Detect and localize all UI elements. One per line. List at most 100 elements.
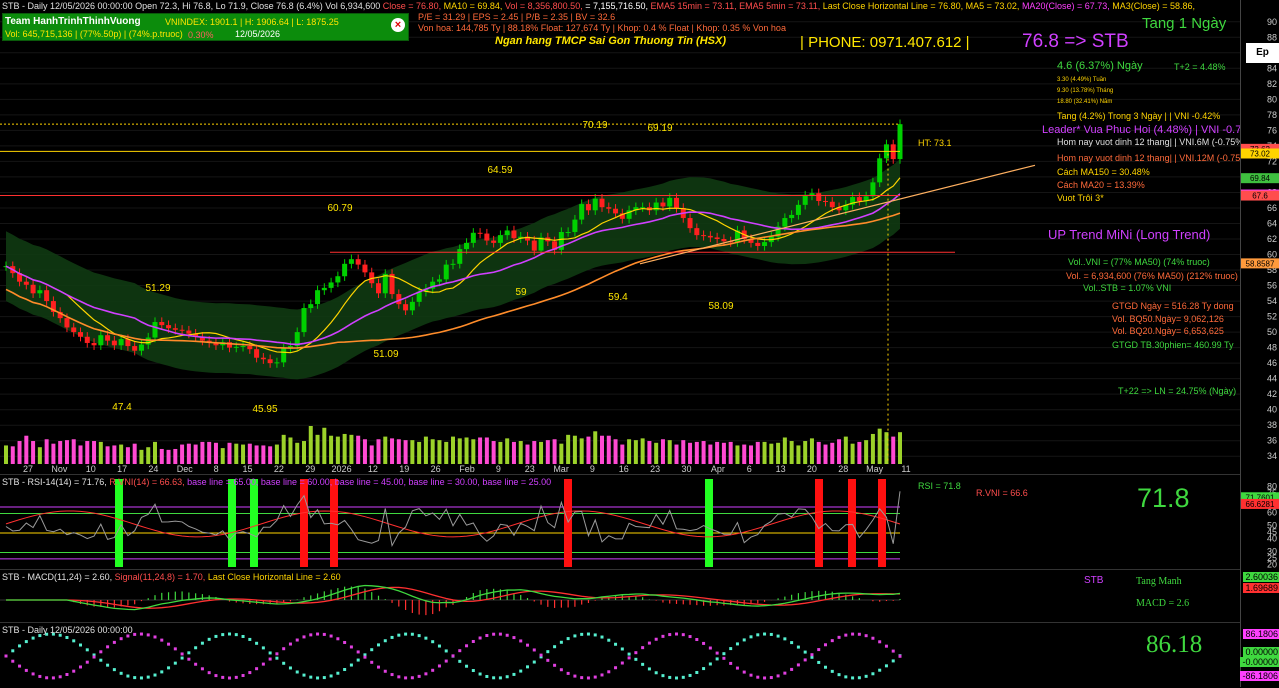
osc-point (566, 637, 570, 641)
volume-bar (98, 441, 103, 464)
osc-point (742, 638, 746, 642)
candle-body (308, 304, 314, 309)
volume-bar (139, 449, 144, 464)
y-tick-label: 42 (1267, 389, 1277, 399)
volume-bar (451, 436, 455, 464)
osc-label: STB - Daily 12/05/2026 00:00:00 (2, 625, 133, 635)
rsi-panel[interactable]: STB - RSI-14(14) = 71.76, R.VNI(14) = 66… (0, 474, 1240, 570)
rsi-big-value: 71.8 (1137, 483, 1190, 513)
x-tick-label: 2026 (332, 464, 352, 474)
ep-badge: Ep (1246, 43, 1279, 63)
x-tick-label: 23 (650, 464, 660, 474)
rvni-right-value: R.VNI = 66.6 (976, 488, 1028, 498)
candle-body (714, 237, 720, 239)
candle-body (30, 284, 36, 294)
osc-point (742, 670, 746, 674)
volume-bar (742, 444, 747, 464)
osc-point (437, 644, 441, 648)
close-icon[interactable]: × (391, 18, 405, 32)
osc-point (844, 633, 848, 637)
rsi-overbought-bar (848, 479, 856, 567)
osc-point (51, 676, 55, 680)
osc-point (187, 657, 191, 661)
osc-point (607, 638, 611, 642)
volume-bar (613, 439, 618, 464)
osc-point (891, 649, 895, 653)
x-tick-label: 23 (525, 464, 535, 474)
candle-body (260, 357, 266, 360)
x-tick-label: 13 (776, 464, 786, 474)
candle-body (274, 362, 280, 364)
candle-body (491, 240, 497, 243)
osc-point (58, 675, 62, 679)
vnindex-change: 0.30% (188, 30, 214, 40)
osc-point (24, 668, 28, 672)
volume-bar (58, 441, 63, 464)
oscillator-panel[interactable]: STB - Daily 12/05/2026 00:00:00 86.18 (0, 622, 1240, 688)
x-tick-label: 28 (838, 464, 848, 474)
volume-bar (396, 439, 401, 464)
osc-point (593, 633, 597, 637)
volume-bar (539, 441, 544, 464)
rsi-axis[interactable]: 202530404550606570758071.760166.6281 (1240, 474, 1279, 569)
osc-point (803, 658, 807, 662)
volume-bar (749, 445, 753, 464)
osc-point (248, 671, 252, 675)
candle-body (186, 330, 192, 334)
candle-body (84, 336, 90, 343)
osc-point (234, 675, 238, 679)
volume-bar (44, 439, 49, 464)
macd-symbol: STB (1084, 575, 1104, 586)
osc-point (614, 642, 618, 646)
volume-bar (620, 444, 625, 464)
volume-bar (606, 435, 611, 464)
volume-bar (159, 448, 164, 464)
osc-point (790, 641, 794, 645)
rsi-oversold-bar (250, 479, 258, 567)
osc-tag-bot: -86.1806 (1240, 671, 1279, 681)
volume-bar (796, 445, 801, 464)
volume-bar (491, 441, 496, 464)
vol-bq50: Vol. BQ50.Ngày= 9,062,126 (1112, 314, 1224, 324)
x-tick-label: 17 (117, 464, 127, 474)
osc-point (729, 661, 733, 665)
osc-axis[interactable]: 86.1806 0.00000 -0.00000 -86.1806 (1240, 622, 1279, 687)
osc-point (471, 639, 475, 643)
osc-point (288, 666, 292, 670)
candle-body (762, 242, 768, 246)
osc-point (647, 667, 651, 671)
price-axis[interactable]: 3436384042444648505254565860626466687072… (1240, 0, 1279, 474)
osc-point (891, 659, 895, 663)
volume-bar (119, 444, 124, 464)
gtgd-30: GTGD TB.30phien= 460.99 Ty (1112, 340, 1234, 350)
osc-point (681, 675, 685, 679)
price-panel[interactable]: 70.19 69.19 64.59 60.79 51.29 47.4 45.95 51.09 5… (0, 0, 1257, 474)
x-tick-label: 8 (214, 464, 219, 474)
osc-point (559, 668, 563, 672)
osc-point (620, 661, 624, 665)
osc-point (316, 676, 320, 680)
volume-bar (186, 443, 191, 464)
rsi-baselines: base line = 65.00, base line = 60.00, ba… (187, 477, 552, 487)
rsi-chart[interactable] (0, 475, 1240, 570)
osc-point (24, 640, 28, 644)
ma150-distance: Cách MA150 = 30.48% (1057, 167, 1150, 177)
volume-bar (193, 444, 198, 464)
osc-point (654, 671, 658, 675)
osc-point (451, 654, 455, 658)
volume-bar (4, 445, 8, 464)
osc-point (31, 672, 35, 676)
osc-point (119, 671, 123, 675)
macd-axis[interactable]: 2.60036 1.69689 (1240, 569, 1279, 622)
volume-bar (153, 441, 157, 464)
candle-body (335, 276, 341, 283)
candle-body (457, 249, 463, 264)
indicator-value: MA5 = 73.02, (963, 1, 1020, 11)
osc-point (532, 660, 536, 664)
oscillator-chart[interactable] (0, 623, 1240, 688)
osc-point (498, 632, 502, 636)
macd-panel[interactable]: STB - MACD(11,24) = 2.60, Signal(11,24,8… (0, 569, 1240, 623)
volume-bar (864, 440, 869, 464)
osc-point (363, 655, 367, 659)
y-tick-label: 84 (1267, 63, 1277, 73)
